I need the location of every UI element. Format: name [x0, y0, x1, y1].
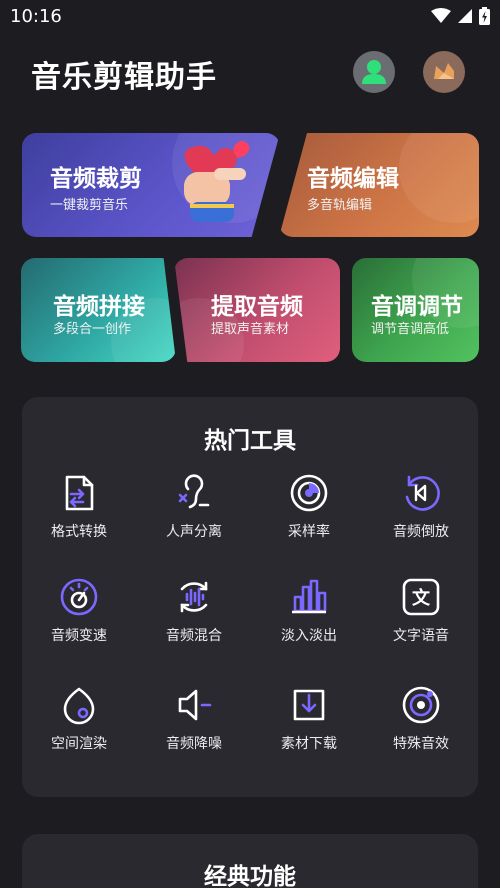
tool-speed[interactable]: 音频变速: [24, 577, 134, 645]
vip-button[interactable]: [423, 51, 465, 93]
extract-audio-card[interactable]: 提取音频 提取声音素材: [174, 258, 340, 362]
audio-cut-title: 音频裁剪: [50, 166, 142, 192]
hot-tools-panel: 热门工具 格式转换 人声分离 采样率 音频倒放 音频变速 音频混合 淡入淡出 文…: [22, 397, 478, 797]
classic-features-title: 经典功能: [204, 864, 296, 888]
speed-icon: [60, 578, 98, 616]
tool-label: 素材下载: [281, 736, 337, 752]
text-to-speech-icon: 文: [402, 578, 440, 616]
extract-audio-title: 提取音频: [211, 294, 303, 320]
denoise-icon: [178, 689, 212, 721]
tool-label: 音频降噪: [166, 736, 222, 752]
tool-label: 特殊音效: [393, 736, 449, 752]
audio-cut-subtitle: 一键裁剪音乐: [50, 198, 129, 213]
tool-label: 音频变速: [51, 628, 107, 644]
wifi-icon: [431, 8, 451, 23]
vip-crown-icon: [434, 63, 454, 79]
tool-denoise[interactable]: 音频降噪: [139, 685, 249, 753]
tool-format-convert[interactable]: 格式转换: [24, 473, 134, 541]
tool-label: 人声分离: [166, 524, 222, 540]
status-icons: [431, 7, 490, 25]
user-icon: [362, 60, 386, 84]
tool-sample-rate[interactable]: 采样率: [254, 473, 364, 541]
vocal-separate-icon: [178, 474, 210, 509]
tool-reverse-play[interactable]: 音频倒放: [366, 473, 476, 541]
extract-audio-subtitle: 提取声音素材: [211, 322, 290, 337]
audio-edit-subtitle: 多音轨编辑: [307, 198, 373, 213]
file-convert-icon: [65, 475, 94, 511]
tool-label: 采样率: [288, 524, 330, 540]
tool-label: 文字语音: [393, 628, 449, 644]
tool-label: 音频倒放: [393, 524, 449, 540]
tool-label: 格式转换: [51, 524, 107, 540]
tool-spatial-render[interactable]: 空间渲染: [24, 685, 134, 753]
tool-label: 音频混合: [166, 628, 222, 644]
tool-text-to-speech[interactable]: 文 文字语音: [366, 577, 476, 645]
tool-vocal-separate[interactable]: 人声分离: [139, 473, 249, 541]
card-decor: [399, 133, 479, 223]
tool-download[interactable]: 素材下载: [254, 685, 364, 753]
signal-icon: [458, 9, 472, 23]
pitch-adjust-card[interactable]: 音调调节 调节音调高低: [352, 258, 479, 362]
audio-join-subtitle: 多段合一创作: [53, 322, 132, 337]
scissor-hand-illustration: [184, 141, 250, 222]
tool-mix[interactable]: 音频混合: [139, 577, 249, 645]
classic-features-panel: 经典功能: [22, 834, 478, 888]
status-time: 10:16: [10, 6, 62, 27]
audio-edit-title: 音频编辑: [307, 166, 399, 192]
tool-label: 淡入淡出: [281, 628, 337, 644]
audio-edit-card[interactable]: 音频编辑 多音轨编辑: [279, 133, 479, 237]
pitch-adjust-title: 音调调节: [371, 294, 463, 320]
user-avatar-button[interactable]: [353, 51, 395, 93]
fade-icon: [292, 579, 327, 614]
tool-fade[interactable]: 淡入淡出: [254, 577, 364, 645]
tool-special-effect[interactable]: 特殊音效: [366, 685, 476, 753]
mix-icon: [180, 581, 208, 613]
hot-tools-title: 热门工具: [204, 428, 296, 454]
app-title: 音乐剪辑助手: [31, 60, 217, 95]
battery-charging-icon: [479, 7, 490, 25]
download-icon: [293, 689, 325, 721]
special-effect-icon: [402, 686, 440, 724]
pitch-adjust-subtitle: 调节音调高低: [371, 322, 450, 337]
svg-text:文: 文: [412, 587, 431, 609]
audio-join-card[interactable]: 音频拼接 多段合一创作: [21, 258, 176, 362]
status-bar: 10:16: [0, 0, 500, 34]
spatial-render-icon: [63, 687, 95, 725]
tool-label: 空间渲染: [51, 736, 107, 752]
audio-join-title: 音频拼接: [53, 294, 145, 320]
sample-rate-icon: [290, 474, 328, 512]
reverse-play-icon: [405, 475, 440, 511]
